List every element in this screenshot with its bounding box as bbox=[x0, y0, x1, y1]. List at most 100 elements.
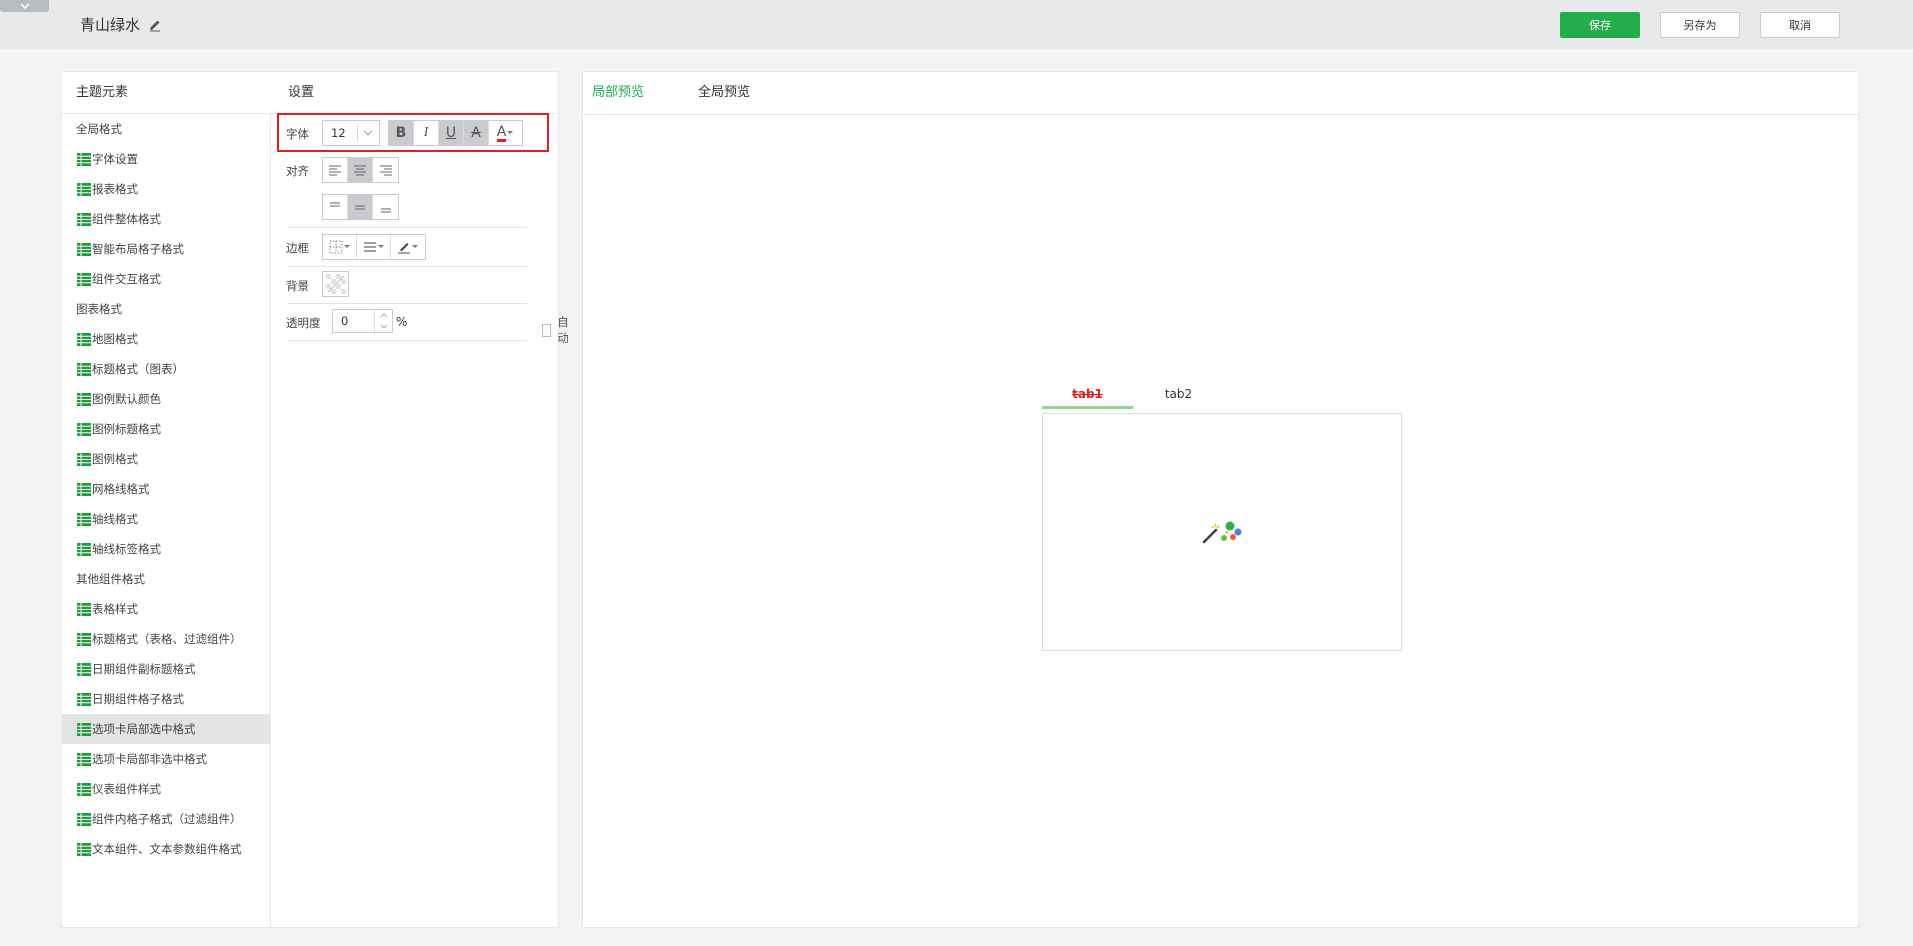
table-icon bbox=[77, 392, 91, 406]
element-item[interactable]: 日期组件副标题格式 bbox=[62, 654, 270, 684]
element-item[interactable]: 表格样式 bbox=[62, 594, 270, 624]
element-label: 字体设置 bbox=[92, 152, 138, 166]
table-icon bbox=[77, 812, 91, 826]
pen-icon bbox=[398, 243, 410, 254]
table-icon bbox=[77, 422, 91, 436]
decrement-icon[interactable] bbox=[375, 321, 393, 332]
align-right-icon bbox=[379, 165, 392, 176]
align-top-button[interactable] bbox=[323, 195, 348, 219]
align-right-button[interactable] bbox=[373, 158, 398, 182]
align-middle-button[interactable] bbox=[348, 195, 373, 219]
element-item[interactable]: 地图格式 bbox=[62, 324, 270, 354]
auto-checkbox[interactable]: 自动 bbox=[542, 314, 573, 346]
element-item[interactable]: 组件内格子格式（过滤组件） bbox=[62, 804, 270, 834]
element-label: 日期组件格子格式 bbox=[92, 692, 184, 706]
align-middle-icon bbox=[355, 205, 365, 210]
element-item[interactable]: 仪表组件样式 bbox=[62, 774, 270, 804]
element-item[interactable]: 智能布局格子格式 bbox=[62, 234, 270, 264]
font-color-button[interactable]: A bbox=[489, 121, 522, 145]
element-item[interactable]: 标题格式（图表） bbox=[62, 354, 270, 384]
font-size-value: 12 bbox=[331, 126, 346, 140]
table-icon bbox=[77, 512, 91, 526]
caret-down-icon bbox=[507, 131, 514, 134]
border-style-button[interactable] bbox=[357, 235, 391, 259]
italic-button[interactable]: I bbox=[414, 121, 439, 145]
tab-local-preview[interactable]: 局部预览 bbox=[592, 72, 644, 114]
border-type-button[interactable] bbox=[323, 235, 357, 259]
element-label: 其他组件格式 bbox=[76, 572, 145, 586]
table-icon bbox=[77, 212, 91, 226]
element-item[interactable]: 选项卡局部非选中格式 bbox=[62, 744, 270, 774]
save-button[interactable]: 保存 bbox=[1560, 12, 1640, 38]
element-item[interactable]: 日期组件格子格式 bbox=[62, 684, 270, 714]
align-top-icon bbox=[330, 202, 340, 207]
preview-panel: 局部预览 全局预览 tab1 tab2 bbox=[582, 71, 1859, 928]
element-item[interactable]: 轴线标签格式 bbox=[62, 534, 270, 564]
strikethrough-button[interactable]: A bbox=[464, 121, 489, 145]
align-left-button[interactable] bbox=[323, 158, 348, 182]
element-item[interactable]: 组件整体格式 bbox=[62, 204, 270, 234]
align-center-icon bbox=[354, 165, 366, 176]
element-item[interactable]: 图例默认颜色 bbox=[62, 384, 270, 414]
element-item[interactable]: 图例格式 bbox=[62, 444, 270, 474]
preview-tab-1[interactable]: tab1 bbox=[1042, 379, 1133, 409]
font-label: 字体 bbox=[286, 127, 309, 141]
font-size-select[interactable]: 12 bbox=[322, 120, 380, 146]
table-icon bbox=[77, 782, 91, 796]
table-icon bbox=[77, 842, 91, 856]
element-label: 轴线格式 bbox=[92, 512, 138, 526]
caret-down-icon bbox=[343, 245, 350, 248]
element-item[interactable]: 轴线格式 bbox=[62, 504, 270, 534]
vertical-align-group bbox=[322, 194, 399, 220]
element-item[interactable]: 字体设置 bbox=[62, 144, 270, 174]
collapse-toggle[interactable] bbox=[0, 0, 49, 12]
element-item[interactable]: 图例标题格式 bbox=[62, 414, 270, 444]
element-item[interactable]: 选项卡局部选中格式 bbox=[62, 714, 270, 744]
background-color-picker[interactable] bbox=[322, 271, 349, 297]
horizontal-align-group bbox=[322, 157, 399, 183]
divider bbox=[287, 303, 527, 304]
increment-icon[interactable] bbox=[375, 310, 393, 321]
border-label: 边框 bbox=[286, 241, 309, 255]
tab-global-preview[interactable]: 全局预览 bbox=[698, 72, 750, 114]
divider bbox=[287, 340, 527, 341]
element-item[interactable]: 报表格式 bbox=[62, 174, 270, 204]
element-label: 图例默认颜色 bbox=[92, 392, 161, 406]
align-center-button[interactable] bbox=[348, 158, 373, 182]
element-item[interactable]: 网格线格式 bbox=[62, 474, 270, 504]
divider bbox=[287, 266, 527, 267]
element-group[interactable]: 其他组件格式 bbox=[62, 564, 270, 594]
element-group[interactable]: 全局格式 bbox=[62, 114, 270, 144]
table-icon bbox=[77, 362, 91, 376]
element-label: 文本组件、文本参数组件格式 bbox=[92, 842, 242, 856]
table-icon bbox=[77, 332, 91, 346]
element-label: 组件内格子格式（过滤组件） bbox=[92, 812, 242, 826]
save-as-button[interactable]: 另存为 bbox=[1660, 12, 1740, 38]
align-left-icon bbox=[329, 165, 341, 176]
element-label: 图表格式 bbox=[76, 302, 122, 316]
align-bottom-icon bbox=[380, 208, 391, 213]
table-icon bbox=[77, 152, 91, 166]
cancel-button[interactable]: 取消 bbox=[1760, 12, 1840, 38]
edit-icon[interactable] bbox=[148, 18, 162, 32]
element-label: 报表格式 bbox=[92, 182, 138, 196]
align-bottom-button[interactable] bbox=[373, 195, 398, 219]
opacity-label: 透明度 bbox=[286, 316, 321, 330]
element-group[interactable]: 图表格式 bbox=[62, 294, 270, 324]
opacity-stepper[interactable]: 0 bbox=[332, 309, 393, 333]
element-label: 标题格式（表格、过滤组件） bbox=[92, 632, 242, 646]
underline-button[interactable]: U bbox=[439, 121, 464, 145]
table-icon bbox=[77, 722, 91, 736]
checkbox-box[interactable] bbox=[542, 323, 552, 337]
table-icon bbox=[77, 452, 91, 466]
align-label: 对齐 bbox=[286, 164, 309, 178]
border-color-button[interactable] bbox=[391, 235, 425, 259]
table-icon bbox=[77, 272, 91, 286]
bold-button[interactable]: B bbox=[389, 121, 414, 145]
table-icon bbox=[77, 632, 91, 646]
element-item[interactable]: 文本组件、文本参数组件格式 bbox=[62, 834, 270, 864]
element-label: 选项卡局部选中格式 bbox=[92, 722, 196, 736]
preview-tab-2[interactable]: tab2 bbox=[1133, 379, 1224, 409]
element-item[interactable]: 标题格式（表格、过滤组件） bbox=[62, 624, 270, 654]
element-item[interactable]: 组件交互格式 bbox=[62, 264, 270, 294]
